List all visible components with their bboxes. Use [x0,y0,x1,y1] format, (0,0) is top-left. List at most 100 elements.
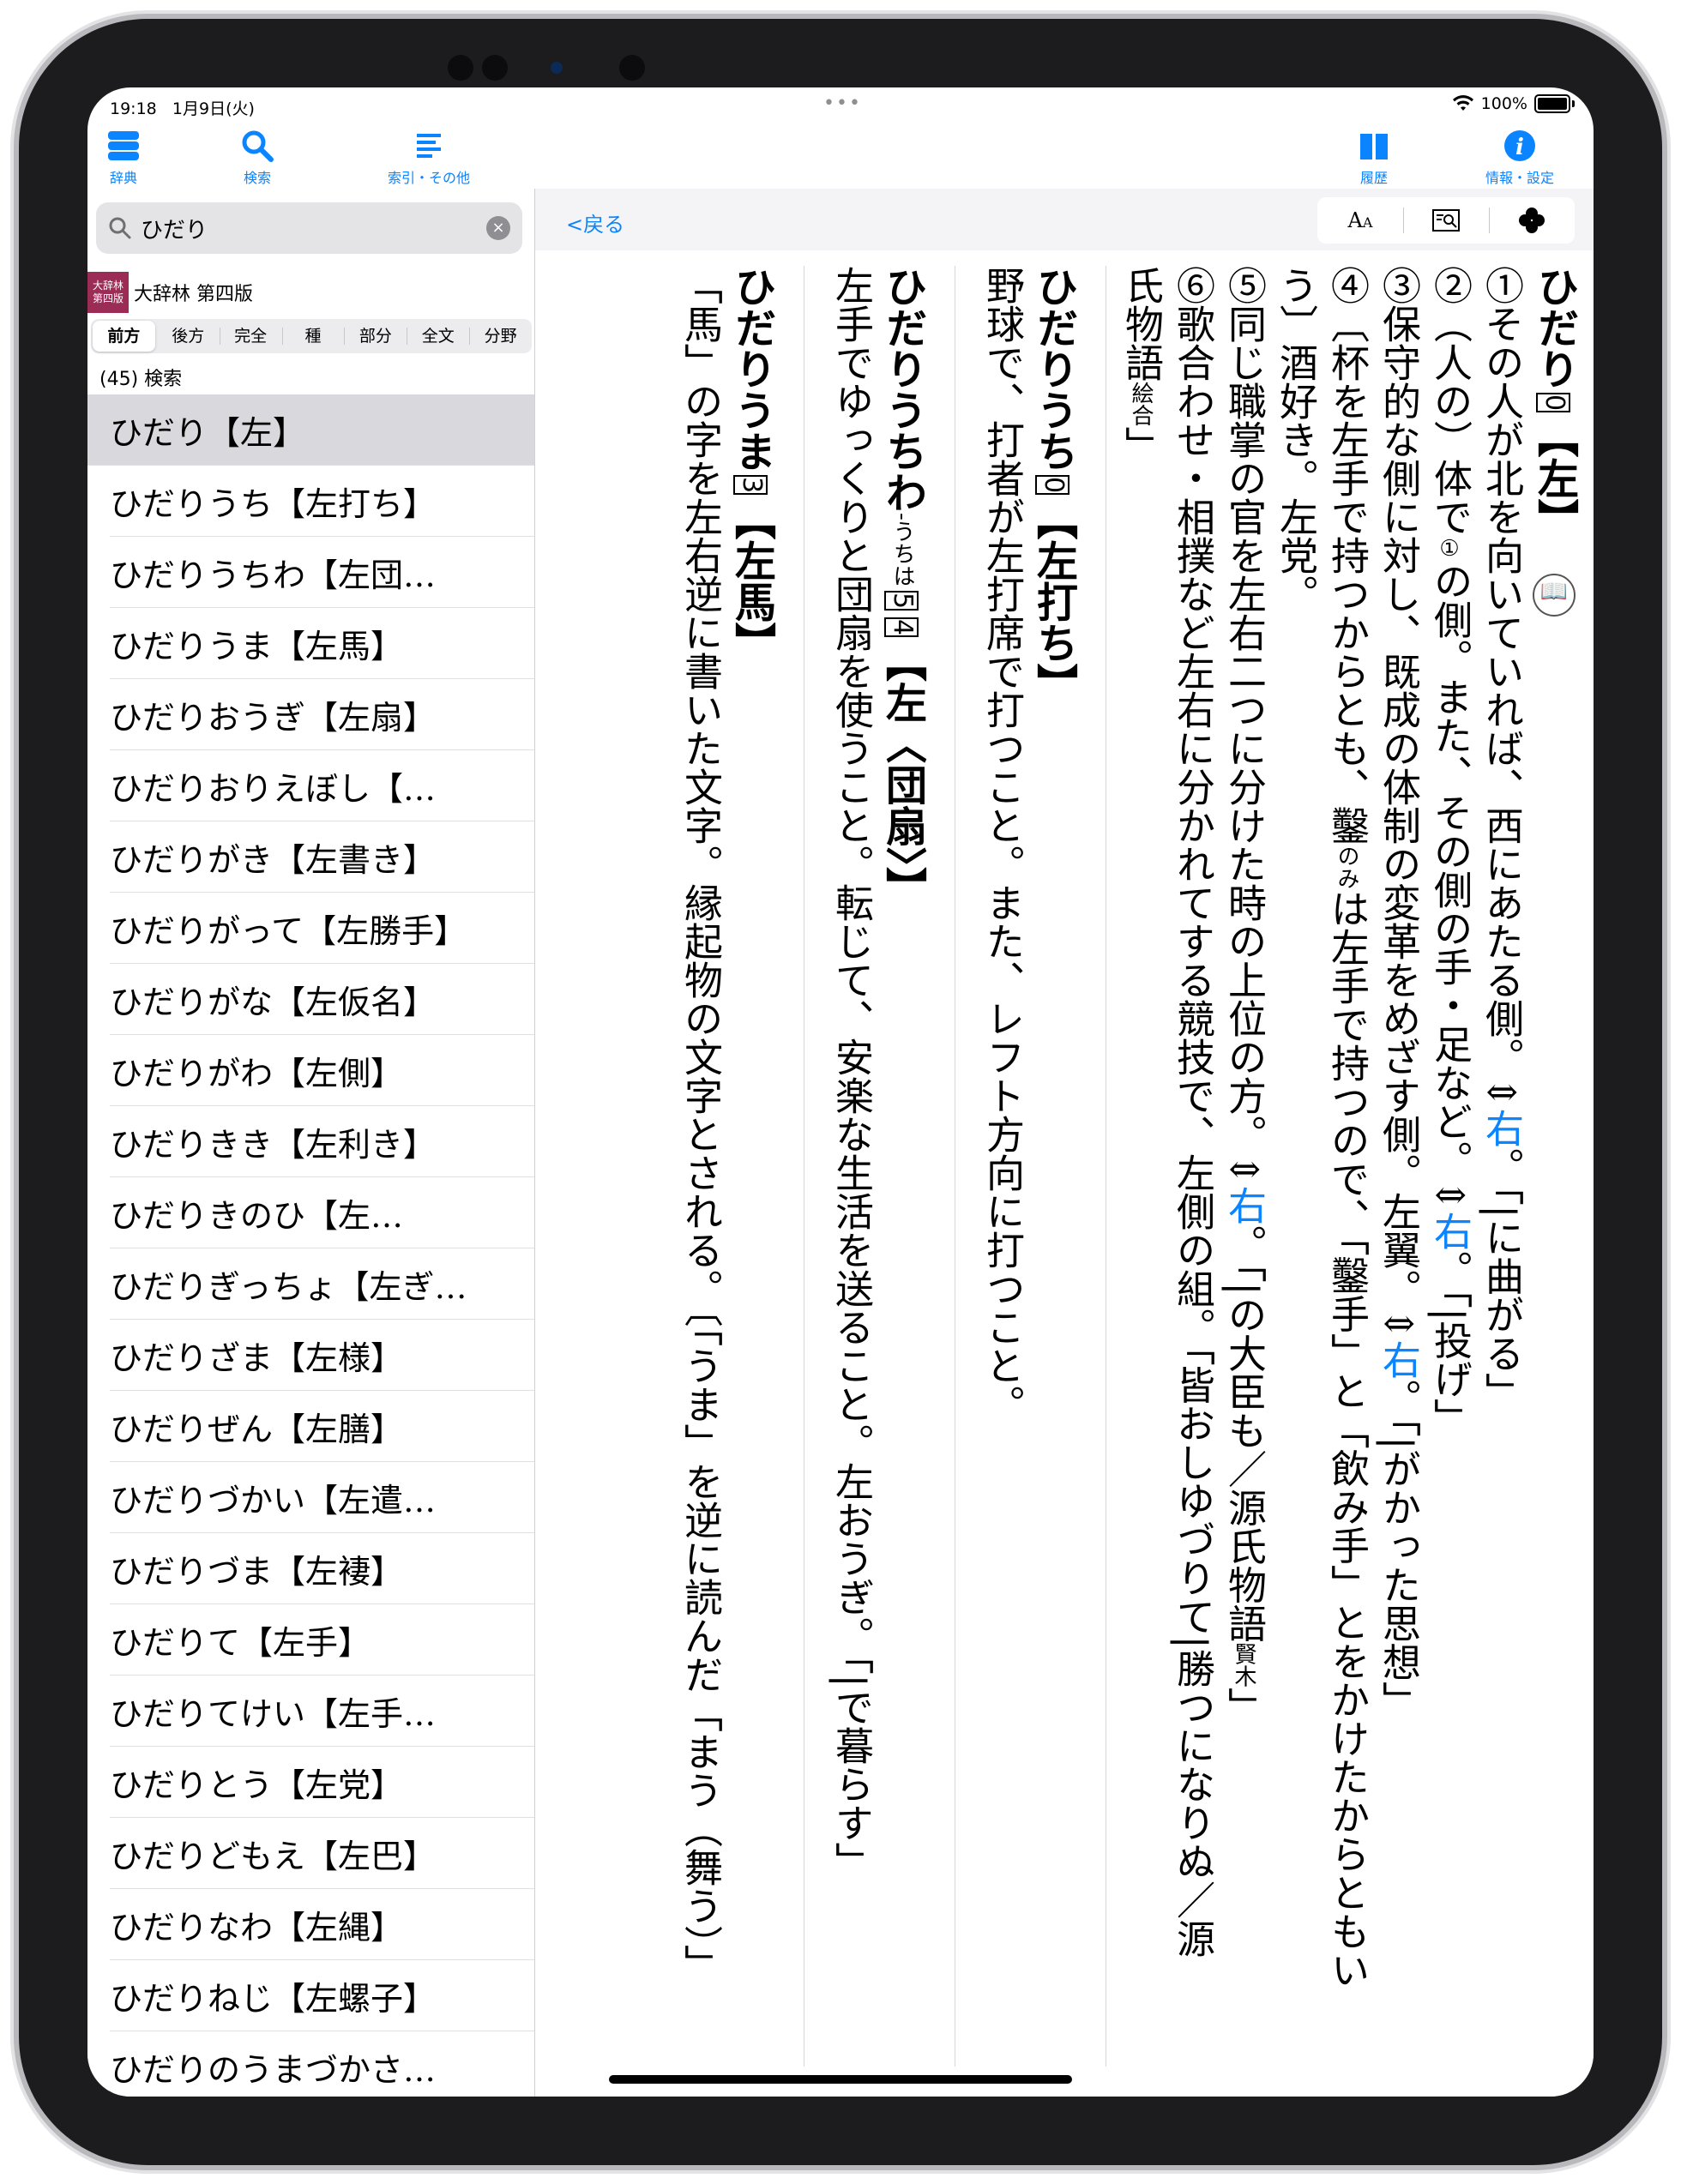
sense-text: 「馬」の字を左右逆に書いた文字。縁起物の文字とされる。〔「うま」を逆に読んだ「ま… [678,266,723,1983]
multitasking-dots[interactable]: ••• [823,93,862,114]
headword-dash: | [1170,1635,1215,1649]
status-bar: 19:18 1月9日(火) ••• 100% [87,87,1594,129]
result-item[interactable]: ひだりぎっちょ【左ぎ… [110,1248,534,1320]
mode-fulltext[interactable]: 全文 [407,319,469,353]
book-icon [1360,134,1388,159]
index-label: 索引・その他 [388,170,471,186]
mode-kind[interactable]: 種 [281,319,345,353]
mode-backward[interactable]: 後方 [157,319,220,353]
more-options-button[interactable] [1489,197,1575,244]
cross-reference-link[interactable]: 右 [1221,1186,1267,1224]
index-button[interactable]: 索引・その他 [388,129,470,187]
list-icon [417,134,441,158]
result-item[interactable]: ひだりねじ【左螺子】 [110,1960,534,2031]
search-bar: × [96,202,522,254]
svg-text:i: i [1515,135,1524,160]
mode-exact[interactable]: 完全 [219,319,282,353]
source-chapter: 賢木 [1231,1642,1256,1688]
history-button[interactable]: 履歴 [1357,129,1391,187]
result-item[interactable]: ひだりづかい【左遣… [110,1462,534,1533]
clock: 19:18 [110,99,157,118]
battery-percent: 100% [1480,94,1527,113]
result-item[interactable]: ひだりきき【左利き】 [110,1106,534,1177]
toolbar: 辞典 検索 索引・その他 履歴 i 情報・設定 [87,129,1594,189]
font-size-button[interactable]: AA [1317,197,1403,244]
sense-text: で暮らす」 [828,1687,874,1880]
sense-text: 投げ」 [1427,1321,1473,1437]
source-chapter: 絵合 [1128,382,1154,426]
result-item[interactable]: ひだりきのひ【左… [110,1177,534,1248]
result-list: ひだり【左】 ひだりうち【左打ち】 ひだりうちわ【左団… ひだりうま【左馬】 ひ… [87,394,534,2097]
clear-search-button[interactable]: × [486,216,510,240]
mode-field[interactable]: 分野 [469,319,532,353]
sense-text: ①その人が北を向いていれば、西にあたる側。⇕ [1479,266,1524,1109]
result-item[interactable]: ひだりどもえ【左巴】 [110,1818,534,1889]
ruby-text: のみ [1334,845,1359,889]
cross-reference-link[interactable]: 右 [1479,1109,1524,1147]
result-item[interactable]: ひだりとう【左党】 [110,1747,534,1818]
settings-button[interactable]: i 情報・設定 [1485,129,1554,187]
entry-hidari-head: ひだり 0 【左】 📖 [1528,266,1580,617]
result-item[interactable]: ひだりおりえぼし【… [110,750,534,821]
history-label: 履歴 [1359,170,1388,186]
sense-text: 」 [1118,426,1164,465]
entry-hidari-sense5: ⑤同じ職掌の官を左右二つに分けた時の上位の方。⇕右。「|の大臣も／源氏物語賢木」 [1218,266,1269,1725]
result-item[interactable]: ひだりうち【左打ち】 [110,466,534,537]
result-item[interactable]: ひだりざま【左様】 [110,1320,534,1391]
home-indicator[interactable] [609,2075,1072,2084]
sense-text: ②（人の）体で [1427,266,1473,536]
headword: ひだりうち [1029,266,1077,472]
wifi-icon [1452,95,1473,111]
result-item[interactable]: ひだりがき【左書き】 [110,821,534,893]
entry-hidariuchiwa-head: ひだりうちわ-うちは 5 4 【左〈団扇〉】 [877,266,928,908]
entry-tools: AA [1317,197,1575,244]
result-item[interactable]: ひだりぜん【左膳】 [110,1391,534,1462]
sensor-dot [619,55,645,81]
dictionary-logo-line2: 第四版 [92,292,124,304]
back-button[interactable]: <戻る [566,208,624,238]
search-input[interactable] [139,208,468,249]
result-item[interactable]: ひだりづま【左褄】 [110,1533,534,1604]
search-button[interactable]: 検索 [240,129,274,187]
result-item[interactable]: ひだりがな【左仮名】 [110,964,534,1035]
accent-mark: 4 [884,617,919,637]
sense-text: う〕酒好き。左党。 [1273,266,1318,613]
cross-reference-link[interactable]: 右 [1427,1212,1473,1250]
result-item[interactable]: ひだり【左】 [87,394,534,466]
historical-kana: -うちは [889,513,915,587]
sense-text: の大臣も／源氏物語 [1221,1295,1267,1643]
dictionary-row[interactable]: 大辞林 第四版 大辞林 第四版 [87,271,253,314]
clover-icon [1519,208,1545,233]
result-item[interactable]: ひだりうま【左馬】 [110,608,534,679]
cross-reference-link[interactable]: 右 [1376,1340,1421,1379]
result-item[interactable]: ひだりのうまづかさ… [110,2031,534,2097]
headword-dash: | [1376,1436,1421,1450]
dictionary-name: 大辞林 第四版 [134,284,253,305]
dictionary-label: 辞典 [109,170,137,186]
result-item[interactable]: ひだりなわ【左縄】 [110,1889,534,1960]
headword: ひだりうちわ [878,266,926,513]
headword-dash: | [1221,1282,1267,1296]
find-in-page-button[interactable] [1403,197,1489,244]
battery-icon [1534,94,1570,113]
audio-icon[interactable]: 📖 [1533,574,1576,617]
result-item[interactable]: ひだりがって【左勝手】 [110,893,534,964]
result-item[interactable]: ひだりて【左手】 [110,1604,534,1676]
search-label: 検索 [243,170,271,186]
result-item[interactable]: ひだりおうぎ【左扇】 [110,679,534,750]
mode-forward[interactable]: 前方 [93,321,155,352]
status-time: 19:18 1月9日(火) [110,96,255,119]
settings-label: 情報・設定 [1485,170,1555,186]
search-sidebar: × 大辞林 第四版 大辞林 第四版 前方 後方 完全 種 部分 全文 分野 (4… [87,189,536,2097]
mode-partial[interactable]: 部分 [344,319,407,353]
result-item[interactable]: ひだりてけい【左手… [110,1676,534,1747]
result-item[interactable]: ひだりがわ【左側】 [110,1035,534,1106]
headword-dash: | [828,1674,874,1688]
result-item[interactable]: ひだりうちわ【左団… [110,537,534,608]
dictionary-button[interactable]: 辞典 [106,129,141,187]
status-right: 100% [1452,94,1575,113]
sense-text: 。「 [1221,1224,1267,1283]
search-mode-segmented-control: 前方 後方 完全 種 部分 全文 分野 [91,319,532,353]
sense-text: 氏物語 [1118,266,1164,382]
sense-text: 野球で、打者が左打席で打つこと。また、レフト方向に打つこと。 [979,266,1025,1423]
